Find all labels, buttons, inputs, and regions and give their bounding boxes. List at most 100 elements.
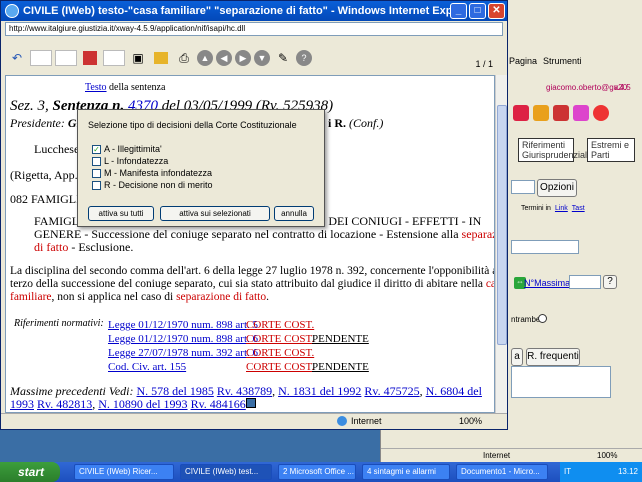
globe-icon xyxy=(337,416,347,426)
massima-link[interactable]: Rv. 438789 xyxy=(217,384,272,398)
option-label: A - Illegittimita' xyxy=(104,144,162,154)
tab-riferimenti[interactable]: Riferimenti Giurisprudenziali xyxy=(518,138,589,162)
scroll-thumb[interactable] xyxy=(497,105,507,345)
termini-link[interactable]: Link xyxy=(555,205,568,212)
massima-para-2: terzo della successione del coniuge sepa… xyxy=(10,278,494,290)
nmassima-go-button[interactable]: ? xyxy=(603,275,617,289)
taskbar-button[interactable]: CIVILE (IWeb) Ricer... xyxy=(74,464,174,480)
bg-input[interactable] xyxy=(511,180,535,194)
up-arrow-icon[interactable]: ▲ xyxy=(197,50,213,66)
testo-link[interactable]: Testo xyxy=(85,82,107,93)
dialog-title: Selezione tipo di decisioni della Corte … xyxy=(88,120,297,130)
help-icon[interactable]: ? xyxy=(296,50,312,66)
close-circle-icon[interactable] xyxy=(593,105,609,121)
activate-selected-button[interactable]: attiva sui selezionati xyxy=(160,206,270,221)
corte-cost-link[interactable]: CORTE COST. xyxy=(246,319,314,331)
termini-tast[interactable]: Tast xyxy=(572,205,585,212)
scissors-icon[interactable] xyxy=(553,105,569,121)
taskbar-button[interactable]: 4 sintagmi e allarmi xyxy=(362,464,450,480)
taskbar: start CIVILE (IWeb) Ricer... CIVILE (IWeb… xyxy=(0,462,642,482)
famiglia-code: 082 FAMIGLI xyxy=(10,192,81,206)
termini-row: Termini in Link Tast xyxy=(521,205,585,212)
massima-link[interactable]: Rv. 482813 xyxy=(37,397,92,411)
bg-field[interactable] xyxy=(511,240,579,254)
right-arrow-icon[interactable]: ▶ xyxy=(235,50,251,66)
reference-law-link[interactable]: Legge 27/07/1978 num. 392 art. 6 xyxy=(108,347,258,359)
menu-pagina[interactable]: Pagina xyxy=(509,56,537,66)
highlighter-icon[interactable] xyxy=(573,105,589,121)
taskbar-button[interactable]: Documento1 - Micro... xyxy=(456,464,548,480)
language-indicator[interactable]: IT xyxy=(564,462,571,482)
print-icon[interactable]: ⎙ xyxy=(174,49,194,67)
taskbar-button[interactable]: 2 Microsoft Office ... xyxy=(278,464,356,480)
massima-link[interactable]: N. 578 del 1985 xyxy=(137,384,214,398)
option-checkbox[interactable] xyxy=(92,156,101,166)
reference-law-link[interactable]: Legge 01/12/1970 num. 898 art. 5 xyxy=(108,319,258,331)
cancel-button[interactable]: annulla xyxy=(274,206,314,221)
a-button[interactable]: a xyxy=(511,348,523,366)
massime-line-2: 1993 Rv. 482813, N. 10890 del 1993 Rv. 4… xyxy=(10,397,256,412)
blank-field[interactable] xyxy=(103,50,125,66)
nmassima-label[interactable]: N°Massima xyxy=(524,278,570,288)
massima-link[interactable]: N. 10890 del 1993 xyxy=(98,397,187,411)
decision-option[interactable]: R - Decisione non di merito xyxy=(92,180,213,190)
option-checkbox[interactable] xyxy=(92,168,101,178)
massima-link[interactable]: 1993 xyxy=(10,397,34,411)
zoom-level[interactable]: 100% xyxy=(459,416,482,426)
massima-link[interactable]: Rv. 475725 xyxy=(364,384,419,398)
reference-law-link[interactable]: Legge 01/12/1970 num. 898 art. 6 xyxy=(108,333,258,345)
tool-icon[interactable] xyxy=(533,105,549,121)
entrambe-radio[interactable] xyxy=(538,314,547,323)
bg-textarea[interactable] xyxy=(511,366,611,398)
option-label: M - Manifesta infondatezza xyxy=(104,168,213,178)
clock[interactable]: 13.12 xyxy=(618,467,638,476)
title-bar[interactable]: CIVILE (IWeb) testo-"casa familiare" "se… xyxy=(1,1,507,21)
bg-status-zone: Internet xyxy=(483,451,511,460)
opzioni-button[interactable]: Opzioni xyxy=(537,179,577,197)
rigetta-text: (Rigetta, App. xyxy=(10,168,78,182)
massima-link[interactable]: Rv. 484166 xyxy=(191,397,246,411)
option-checkbox[interactable]: ✓ xyxy=(92,144,101,154)
address-bar[interactable]: http://www.italgiure.giustizia.it/xway-4… xyxy=(5,22,503,36)
start-button[interactable]: start xyxy=(0,462,60,482)
decision-option[interactable]: M - Manifesta infondatezza xyxy=(92,168,212,178)
maximize-button[interactable]: □ xyxy=(469,3,486,19)
option-label: L - Infondatezza xyxy=(104,156,169,166)
activate-all-button[interactable]: attiva su tutti xyxy=(88,206,154,221)
down-arrow-icon[interactable]: ▼ xyxy=(254,50,270,66)
book-icon[interactable] xyxy=(80,49,100,67)
folder-icon[interactable] xyxy=(151,49,171,67)
menu-strumenti[interactable]: Strumenti xyxy=(543,56,582,66)
blank-field[interactable] xyxy=(55,50,77,66)
vertical-scrollbar[interactable] xyxy=(495,75,507,413)
decision-type-dialog: Selezione tipo di decisioni della Corte … xyxy=(77,109,325,227)
corte-cost-link[interactable]: CORTE COST. xyxy=(246,361,314,373)
decision-option[interactable]: ✓ A - Illegittimita' xyxy=(92,144,162,154)
relatore-line: i R. (Conf.) xyxy=(328,116,384,130)
corte-cost-link[interactable]: CORTE COST. xyxy=(246,347,314,359)
minimize-button[interactable]: _ xyxy=(450,3,467,19)
taskbar-button[interactable]: CIVILE (IWeb) test... xyxy=(180,464,272,480)
reference-law-link[interactable]: Cod. Civ. art. 155 xyxy=(108,361,186,373)
frequenti-button[interactable]: R. frequenti xyxy=(526,348,580,366)
option-checkbox[interactable] xyxy=(92,180,101,190)
decision-option[interactable]: L - Infondatezza xyxy=(92,156,168,166)
massima-link[interactable]: N. 1831 del 1992 xyxy=(278,384,361,398)
doc-icon[interactable] xyxy=(245,398,256,408)
left-arrow-icon[interactable]: ◀ xyxy=(216,50,232,66)
save-icon[interactable]: ▣ xyxy=(128,49,148,67)
riferimenti-label: Riferimenti normativi: xyxy=(14,318,104,329)
pencil-icon[interactable]: ✎ xyxy=(273,49,293,67)
massima-para-1: La disciplina del secondo comma dell'art… xyxy=(10,265,495,277)
nmassima-input[interactable] xyxy=(569,275,601,289)
blank-field[interactable] xyxy=(30,50,52,66)
close-button[interactable]: ✕ xyxy=(488,3,505,19)
testo-line: Testo della sentenza xyxy=(85,82,166,93)
corte-cost-link[interactable]: CORTE COST. xyxy=(246,333,314,345)
tab-estremi[interactable]: Estremi e Parti xyxy=(587,138,635,162)
pendente-label: PENDENTE xyxy=(312,361,369,373)
undo-icon[interactable]: ↶ xyxy=(7,49,27,67)
massima-link[interactable]: N. 6804 del xyxy=(426,384,482,398)
tool-icon[interactable] xyxy=(513,105,529,121)
bg-zoom[interactable]: 100% xyxy=(597,451,617,460)
